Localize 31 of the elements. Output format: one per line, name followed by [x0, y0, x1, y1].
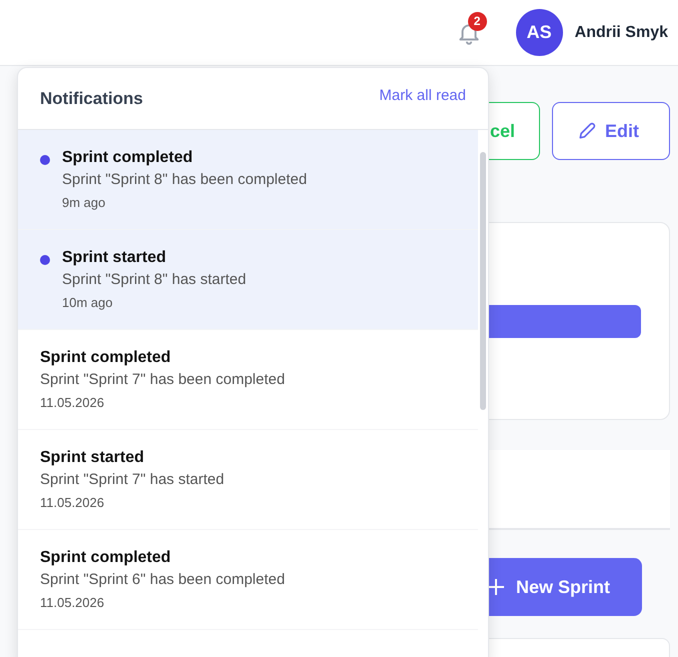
notification-title: Sprint completed	[40, 549, 172, 567]
notification-time: 11.05.2026	[40, 595, 106, 610]
mark-all-read-link[interactable]: Mark all read	[379, 87, 466, 104]
notification-message: Sprint "Sprint 8" has started	[62, 271, 246, 288]
notification-item[interactable]: Sprint started Sprint "Sprint 8" has started 10m ago	[18, 230, 478, 330]
notification-item[interactable]: Sprint completed Sprint "Sprint 7" has been completed 11.05.2026	[18, 330, 478, 430]
notification-item[interactable]: Sprint completed Sprint "Sprint 6" has been completed 11.05.2026	[18, 530, 478, 630]
notification-badge: 2	[468, 12, 487, 30]
notification-message: Sprint "Sprint 7" has started	[40, 471, 224, 488]
user-name[interactable]: Andrii Smyk	[574, 24, 668, 42]
notification-item[interactable]: Sprint started Sprint "Sprint 7" has started 11.05.2026	[18, 430, 478, 530]
pencil-icon	[577, 121, 597, 141]
notification-time: 11.05.2026	[40, 395, 106, 410]
scrollbar[interactable]	[480, 152, 486, 410]
notification-time: 9m ago	[62, 195, 106, 210]
panel-title: Notifications	[40, 88, 143, 108]
notification-title: Sprint completed	[62, 149, 194, 167]
unread-dot	[40, 255, 50, 265]
notification-title: Sprint completed	[40, 349, 172, 367]
notification-time: 10m ago	[62, 295, 114, 310]
notification-message: Sprint "Sprint 7" has been completed	[40, 371, 285, 388]
notification-title: Sprint started	[40, 449, 146, 467]
notification-title: Sprint started	[62, 249, 168, 267]
notifications-button[interactable]: 2	[456, 12, 488, 46]
notification-time: 11.05.2026	[40, 495, 106, 510]
notification-item[interactable]: Sprint completed Sprint "Sprint 8" has been completed 9m ago	[18, 130, 478, 230]
unread-dot	[40, 155, 50, 165]
notification-message: Sprint "Sprint 8" has been completed	[62, 171, 307, 188]
notification-message: Sprint "Sprint 6" has been completed	[40, 571, 285, 588]
user-avatar[interactable]: AS	[516, 9, 563, 56]
edit-button[interactable]: Edit	[552, 102, 670, 160]
